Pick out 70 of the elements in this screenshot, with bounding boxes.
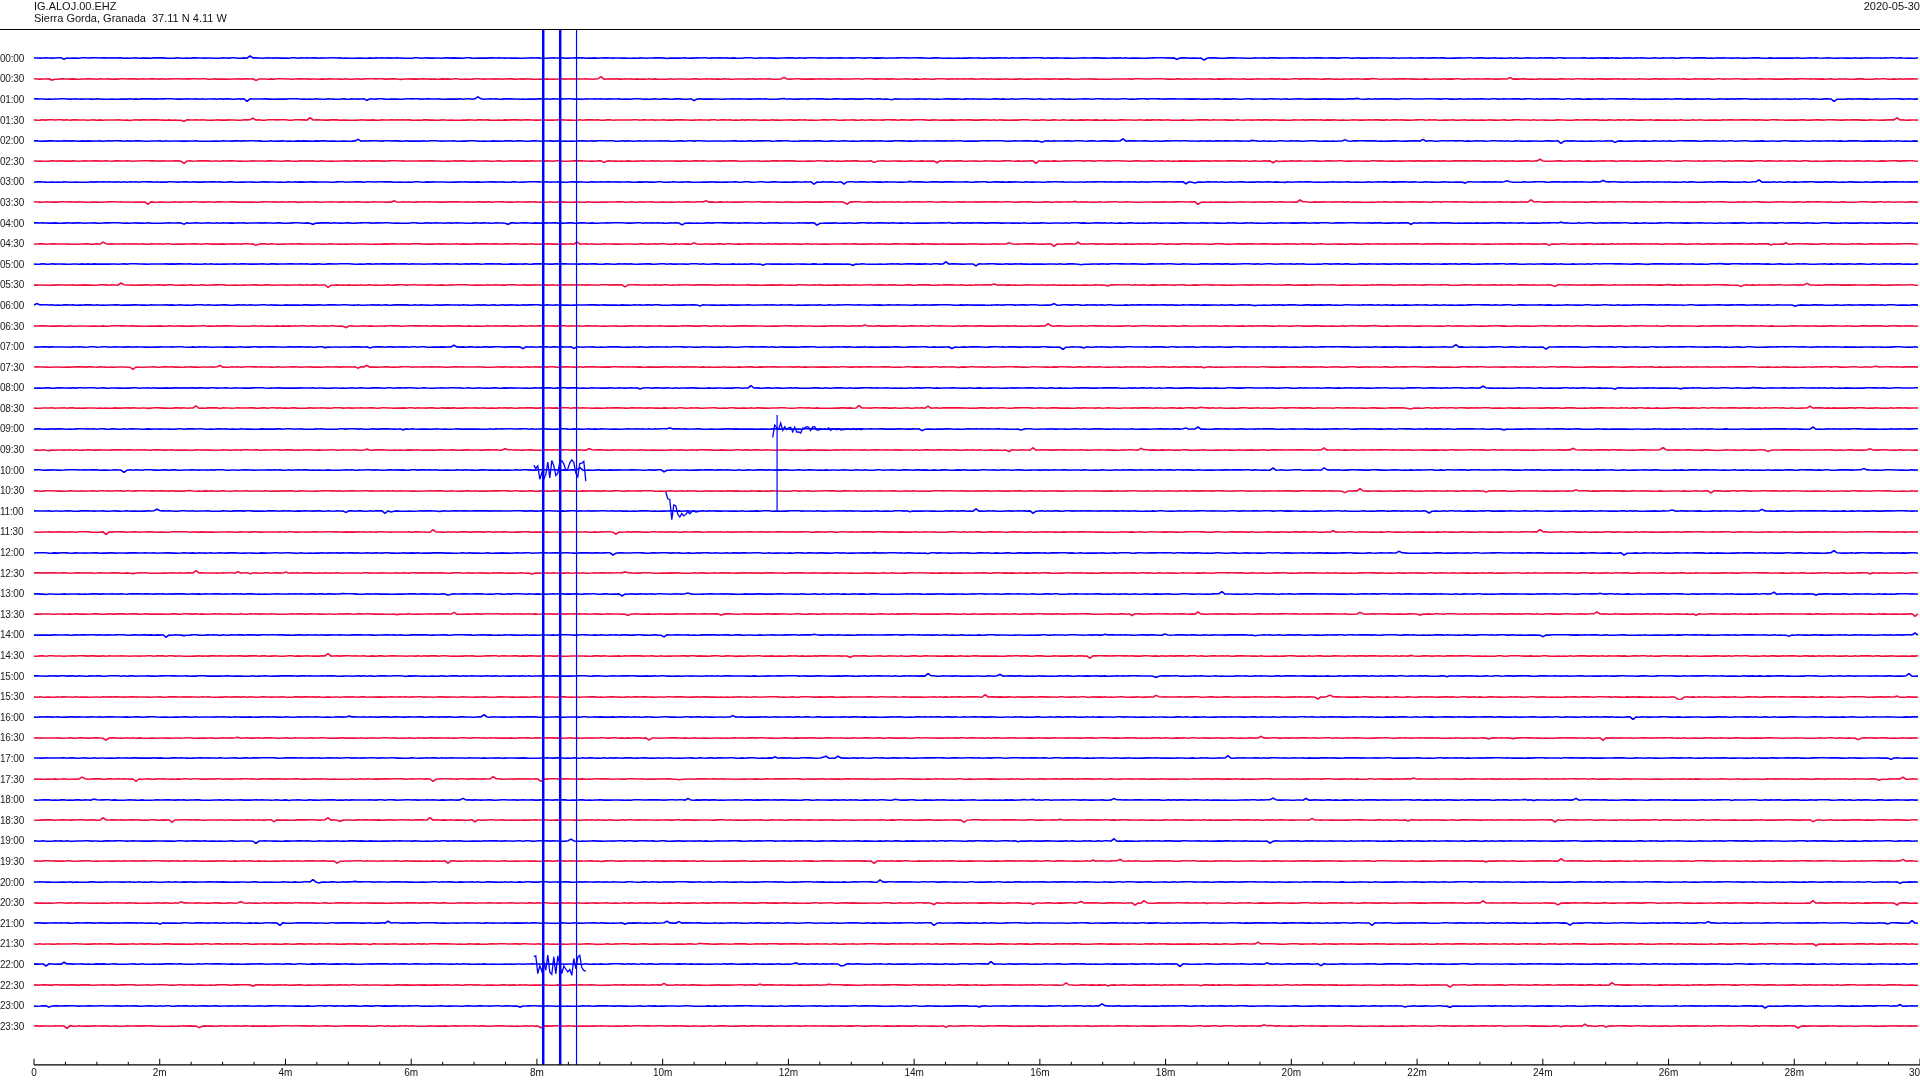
axis-tick-label: 20m: [1281, 1066, 1302, 1078]
axis-tick-label: 30: [1908, 1066, 1920, 1078]
station-location: Sierra Gorda, Granada 37.11 N 4.11 W: [34, 12, 227, 24]
time-label: 14:30: [0, 650, 26, 661]
axis-tick-label: 8m: [530, 1066, 544, 1078]
axis-tick-label: 2m: [152, 1066, 167, 1078]
time-label: 08:00: [0, 382, 26, 394]
time-label: 01:00: [0, 94, 26, 105]
time-label: 06:00: [0, 299, 26, 311]
time-label: 08:30: [0, 402, 26, 414]
seismic-event-waveform: [533, 458, 587, 482]
time-label: 10:30: [0, 485, 26, 497]
time-label: 07:30: [0, 361, 26, 373]
time-label: 01:30: [0, 114, 26, 126]
time-label: 21:30: [0, 938, 26, 950]
time-label: 06:30: [0, 320, 26, 332]
time-label: 09:00: [0, 423, 26, 435]
axis-tick-label: 24m: [1533, 1066, 1553, 1078]
time-label: 12:00: [0, 547, 26, 559]
time-label: 22:30: [0, 979, 26, 991]
time-label: 18:30: [0, 814, 26, 826]
time-label: 13:30: [0, 608, 26, 620]
time-label: 14:00: [0, 629, 26, 641]
axis-tick-label: 14m: [904, 1066, 924, 1078]
time-label: 15:30: [0, 691, 26, 703]
axis-tick-label: 18m: [1155, 1066, 1176, 1078]
axis-tick-label: 0: [31, 1066, 37, 1078]
time-label: 11:00: [0, 505, 25, 517]
time-label: 03:30: [0, 196, 26, 208]
time-label: 18:00: [0, 794, 26, 806]
axis-tick-label: 6m: [404, 1066, 419, 1078]
time-label: 10:00: [0, 464, 26, 476]
axis-tick-label: 12m: [778, 1066, 799, 1078]
time-label: 16:00: [0, 711, 26, 723]
time-label: 04:00: [0, 217, 26, 229]
time-label: 02:30: [0, 155, 26, 167]
time-label: 12:30: [0, 567, 26, 579]
time-label: 20:30: [0, 897, 26, 909]
time-label: 23:30: [0, 1020, 26, 1032]
axis-tick-label: 10m: [652, 1066, 673, 1078]
seismic-event-waveform: [665, 491, 701, 521]
time-label: 00:30: [0, 73, 26, 85]
time-label: 17:30: [0, 773, 26, 785]
time-label: 17:00: [0, 753, 26, 764]
time-label: 02:00: [0, 135, 26, 147]
time-label: 07:00: [0, 341, 26, 353]
axis-tick-label: 16m: [1030, 1066, 1050, 1078]
time-label: 00:00: [0, 52, 26, 64]
time-label: 11:30: [0, 526, 25, 538]
axis-tick-label: 22m: [1407, 1066, 1427, 1078]
time-label: 05:00: [0, 258, 26, 270]
seismic-event-waveform: [533, 953, 587, 976]
time-label: 04:30: [0, 238, 26, 250]
axis-tick-label: 26m: [1658, 1066, 1679, 1078]
axis-tick-label: 28m: [1784, 1066, 1804, 1078]
axis-tick-label: 4m: [278, 1066, 293, 1078]
time-label: 16:30: [0, 732, 26, 744]
time-label: 20:00: [0, 876, 26, 888]
time-label: 05:30: [0, 279, 26, 291]
time-label: 21:00: [0, 917, 26, 929]
time-label: 09:30: [0, 444, 26, 456]
time-label: 15:00: [0, 670, 26, 682]
time-label: 03:00: [0, 176, 26, 188]
time-label: 23:00: [0, 1000, 26, 1012]
station-code: IG.ALOJ.00.EHZ: [34, 0, 118, 12]
time-label: 19:00: [0, 835, 26, 847]
time-label: 19:30: [0, 855, 26, 867]
record-date: 2020-05-30: [1863, 0, 1920, 14]
time-label: 13:00: [0, 588, 26, 600]
time-label: 22:00: [0, 958, 26, 970]
